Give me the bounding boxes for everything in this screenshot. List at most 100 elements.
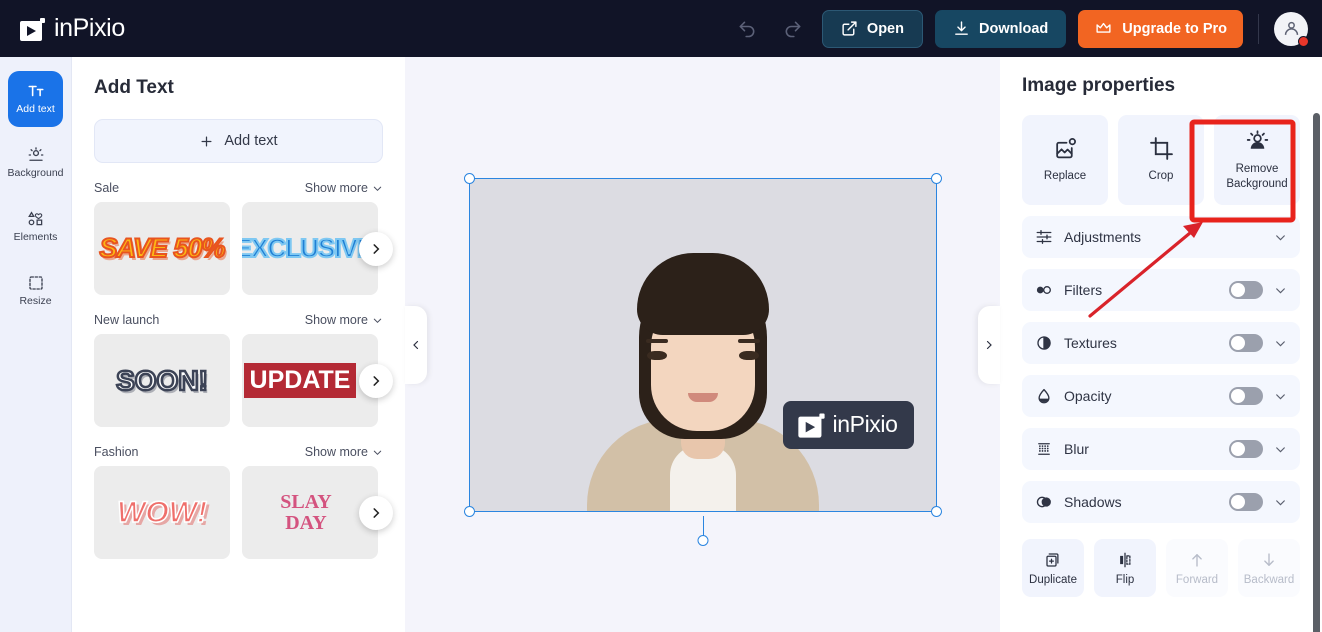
property-row-filters[interactable]: Filters (1022, 269, 1300, 311)
property-row-shadows[interactable]: Shadows (1022, 481, 1300, 523)
template-thumbnails: SAVE 50% EXCLUSIVE (94, 202, 393, 295)
replace-button[interactable]: Replace (1022, 115, 1108, 205)
template-thumb[interactable]: SLAY DAY (242, 466, 378, 559)
chevron-right-icon (373, 375, 380, 386)
property-label: Textures (1064, 335, 1117, 351)
template-thumb[interactable]: SAVE 50% (94, 202, 230, 295)
remove-background-button[interactable]: Remove Background (1214, 115, 1300, 205)
property-row-blur[interactable]: Blur (1022, 428, 1300, 470)
next-templates-button[interactable] (359, 495, 393, 530)
chevron-down-icon (1276, 287, 1285, 294)
undo-icon[interactable] (730, 12, 764, 46)
category-name: New launch (94, 313, 160, 327)
chevron-down-icon (1276, 234, 1285, 241)
template-category: Fashion Show more WOW! SLAY DAY (94, 445, 393, 559)
property-label: Adjustments (1064, 229, 1142, 245)
show-more-button[interactable]: Show more (305, 181, 383, 195)
inpixio-watermark: inPixio (782, 400, 914, 449)
resize-handle-bottom-left[interactable] (463, 505, 475, 517)
chevron-down-icon (1276, 340, 1285, 347)
crop-button[interactable]: Crop (1118, 115, 1204, 205)
watermark-text: inPixio (832, 411, 898, 437)
property-row-textures[interactable]: Textures (1022, 322, 1300, 364)
forward-button-label: Forward (1175, 573, 1219, 586)
flip-button[interactable]: Flip (1094, 539, 1156, 597)
upgrade-button-label: Upgrade to Pro (1122, 20, 1227, 37)
upgrade-to-pro-button[interactable]: Upgrade to Pro (1078, 9, 1243, 48)
template-thumbnails: SOON! UPDATE (94, 334, 393, 427)
logo-text: inPixio (54, 14, 125, 42)
open-button-label: Open (866, 20, 904, 37)
blur-icon (1038, 443, 1050, 455)
remove-background-button-label: Remove Background (1226, 163, 1288, 190)
properties-scrollbar[interactable] (1313, 113, 1320, 632)
layer-action-buttons: Duplicate Flip Forward Backward (1022, 539, 1300, 597)
sidebar-item-elements-label: Elements (13, 231, 58, 244)
replace-image-icon (1055, 138, 1076, 159)
textures-toggle[interactable] (1229, 334, 1263, 352)
notification-badge (1298, 35, 1309, 47)
textures-icon (1037, 336, 1051, 350)
duplicate-button[interactable]: Duplicate (1022, 539, 1084, 597)
inpixio-editor-window: inPixio Open Download Upgrade to Pro Add… (0, 0, 1322, 632)
duplicate-button-label: Duplicate (1029, 573, 1077, 586)
blur-toggle[interactable] (1229, 440, 1263, 458)
open-button[interactable]: Open (821, 9, 923, 48)
page-title: Image properties (1022, 75, 1176, 96)
collapse-right-panel-button[interactable] (978, 305, 1000, 384)
property-label: Filters (1064, 282, 1103, 298)
header-actions: Open Download Upgrade to Pro (730, 9, 1309, 48)
property-row-opacity[interactable]: Opacity (1022, 375, 1300, 417)
chevron-down-icon (1276, 393, 1285, 400)
backward-button: Backward (1238, 539, 1300, 597)
redo-icon[interactable] (776, 12, 810, 46)
resize-handle-top-right[interactable] (930, 172, 942, 184)
sidebar-item-add-text[interactable]: Add text (8, 71, 63, 127)
canvas-area: inPixio (405, 57, 1000, 632)
category-header: New launch Show more (94, 313, 383, 327)
artboard-image[interactable]: inPixio (468, 177, 937, 512)
resize-handle-top-left[interactable] (463, 172, 475, 184)
template-thumb[interactable]: EXCLUSIVE (242, 202, 378, 295)
template-thumb-text: UPDATE (243, 363, 357, 398)
rotate-handle[interactable] (697, 534, 708, 546)
app-logo: inPixio (20, 14, 125, 43)
category-name: Fashion (94, 445, 139, 459)
sidebar-item-add-text-label: Add text (16, 103, 55, 116)
app-header: inPixio Open Download Upgrade to Pro (0, 0, 1322, 57)
chevron-right-icon (373, 243, 380, 254)
template-thumb-text: WOW! (116, 495, 207, 530)
template-thumb[interactable]: UPDATE (242, 334, 378, 427)
sidebar-item-background[interactable]: Background (7, 135, 64, 191)
avatar[interactable] (1274, 11, 1309, 47)
template-category: New launch Show more SOON! UPDATE (94, 313, 393, 427)
category-name: Sale (94, 181, 120, 195)
property-row-adjustments[interactable]: Adjustments (1022, 216, 1300, 258)
sidebar-item-resize[interactable]: Resize (8, 263, 63, 319)
sidebar-item-elements[interactable]: Elements (8, 199, 63, 255)
add-text-button[interactable]: Add text (94, 119, 383, 163)
download-button[interactable]: Download (934, 9, 1067, 48)
filters-toggle[interactable] (1229, 281, 1263, 299)
template-thumb[interactable]: WOW! (94, 466, 230, 559)
property-label: Opacity (1064, 388, 1112, 404)
add-text-panel: Add Text Add text Sale Show more SAVE 50… (72, 57, 405, 632)
template-thumb-text: EXCLUSIVE (242, 232, 375, 264)
filters-icon (1036, 286, 1051, 294)
chevron-right-icon (986, 340, 992, 349)
opacity-toggle[interactable] (1229, 387, 1263, 405)
property-label: Shadows (1064, 494, 1122, 510)
chevron-down-icon (1276, 499, 1285, 506)
resize-handle-bottom-right[interactable] (930, 505, 942, 517)
shadows-icon (1036, 496, 1051, 508)
backward-button-label: Backward (1243, 573, 1295, 586)
collapse-left-panel-button[interactable] (405, 305, 427, 384)
show-more-button[interactable]: Show more (305, 313, 383, 327)
show-more-label: Show more (304, 445, 368, 459)
next-templates-button[interactable] (359, 231, 393, 266)
shadows-toggle[interactable] (1229, 493, 1263, 511)
next-templates-button[interactable] (359, 363, 393, 398)
selected-image-wrapper[interactable]: inPixio (463, 172, 942, 546)
show-more-button[interactable]: Show more (305, 445, 383, 459)
template-thumb[interactable]: SOON! (94, 334, 230, 427)
